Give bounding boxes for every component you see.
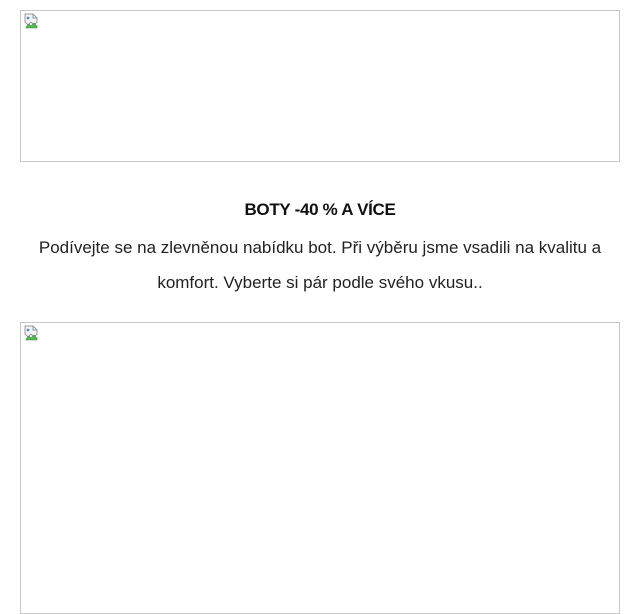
- top-banner-image[interactable]: [20, 10, 620, 162]
- broken-image-icon: [24, 325, 38, 341]
- broken-image-icon: [24, 13, 38, 29]
- promo-heading: BOTY -40 % A VÍCE: [244, 200, 396, 219]
- promo-description: Podívejte se na zlevněnou nabídku bot. P…: [38, 238, 602, 292]
- bottom-banner-image[interactable]: [20, 322, 620, 614]
- promo-section: BOTY -40 % A VÍCE Podívejte se na zlevně…: [20, 196, 620, 300]
